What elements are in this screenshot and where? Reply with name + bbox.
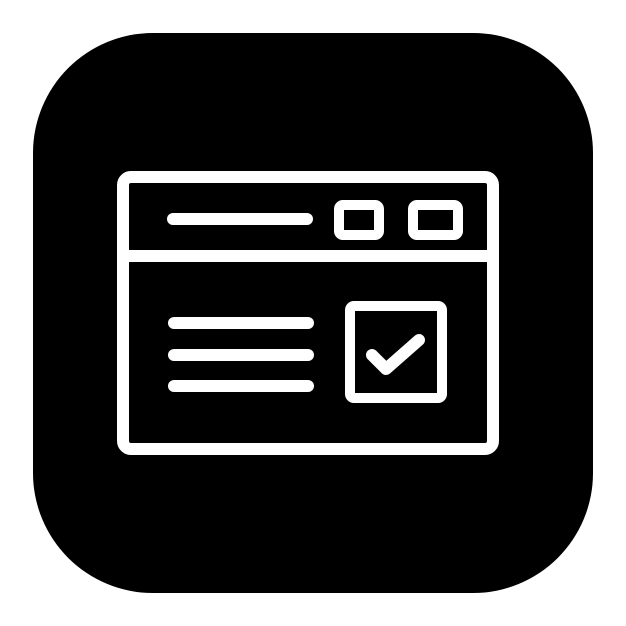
app-icon — [33, 33, 593, 593]
icon-canvas — [0, 0, 626, 626]
